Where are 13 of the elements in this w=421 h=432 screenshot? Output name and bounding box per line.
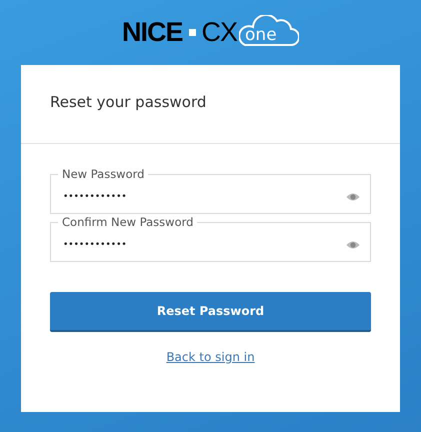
cloud-icon (239, 15, 300, 49)
eye-icon[interactable] (346, 192, 360, 202)
logo-wordmark: NICE (122, 16, 182, 48)
password-value: •••••••••••• (63, 192, 127, 202)
logo-wordmark: CX (202, 16, 238, 48)
card-title: Reset your password (21, 65, 400, 144)
reset-password-button[interactable]: Reset Password (50, 292, 371, 332)
field-label: New Password (58, 167, 148, 181)
back-to-sign-in-link[interactable]: Back to sign in (166, 350, 255, 364)
logo-wordmark: one (245, 26, 277, 44)
eye-icon[interactable] (346, 240, 360, 250)
password-value: •••••••••••• (63, 240, 127, 250)
field-label: Confirm New Password (58, 215, 198, 229)
